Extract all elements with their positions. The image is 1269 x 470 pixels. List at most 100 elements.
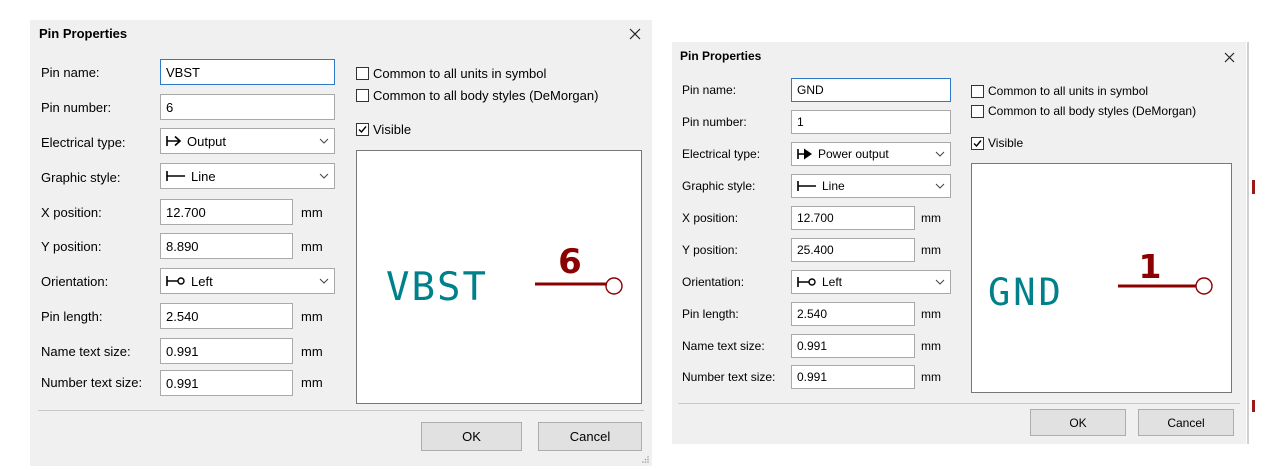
y-position-label: Y position: bbox=[682, 243, 738, 257]
preview-pin-end-icon bbox=[1195, 277, 1213, 295]
pin-preview: GND 1 bbox=[971, 163, 1232, 393]
graphic-style-select[interactable]: Line bbox=[160, 163, 335, 189]
x-position-input[interactable]: 12.700 bbox=[791, 206, 915, 230]
close-button[interactable] bbox=[1220, 48, 1238, 66]
pin-properties-dialog-1: Pin Properties Pin name: Pin number: Ele… bbox=[30, 20, 652, 466]
pin-length-value: 2.540 bbox=[166, 308, 199, 324]
pin-number-label: Pin number: bbox=[41, 100, 112, 115]
orientation-left-icon bbox=[166, 276, 185, 286]
electrical-type-label: Electrical type: bbox=[41, 135, 126, 150]
checkbox-box bbox=[971, 136, 984, 150]
number-text-size-input[interactable]: 0.991 bbox=[160, 370, 293, 396]
checkbox-box bbox=[356, 67, 369, 80]
electrical-type-value: Output bbox=[187, 133, 227, 149]
button-separator bbox=[38, 410, 644, 411]
pin-preview-canvas: GND 1 bbox=[988, 247, 1213, 314]
x-position-unit: mm bbox=[921, 211, 941, 225]
preview-pin-number: 1 bbox=[1139, 247, 1162, 286]
number-text-size-unit: mm bbox=[301, 375, 323, 390]
number-text-size-input[interactable]: 0.991 bbox=[791, 365, 915, 389]
orientation-label: Orientation: bbox=[41, 274, 109, 289]
orientation-value: Left bbox=[191, 273, 213, 289]
orientation-value: Left bbox=[822, 275, 843, 289]
pin-length-input[interactable]: 2.540 bbox=[160, 303, 293, 329]
electrical-type-select[interactable]: Output bbox=[160, 128, 335, 154]
orientation-select[interactable]: Left bbox=[791, 270, 951, 294]
close-button[interactable] bbox=[626, 25, 644, 43]
y-position-input[interactable]: 8.890 bbox=[160, 233, 293, 259]
checkbox-box bbox=[356, 89, 369, 102]
checkbox-box bbox=[971, 84, 984, 98]
pin-number-input[interactable]: 6 bbox=[160, 94, 335, 120]
background-window-mark bbox=[1252, 400, 1255, 412]
preview-pin-name: VBST bbox=[386, 265, 488, 310]
button-separator bbox=[678, 403, 1240, 404]
pin-length-label: Pin length: bbox=[682, 307, 739, 321]
x-position-label: X position: bbox=[41, 205, 102, 220]
orientation-left-icon bbox=[797, 277, 816, 287]
graphic-style-select[interactable]: Line bbox=[791, 174, 951, 198]
x-position-unit: mm bbox=[301, 205, 323, 220]
number-text-size-unit: mm bbox=[921, 370, 941, 384]
pin-length-input[interactable]: 2.540 bbox=[791, 302, 915, 326]
name-text-size-input[interactable]: 0.991 bbox=[791, 334, 915, 358]
y-position-unit: mm bbox=[921, 243, 941, 257]
visible-checkbox[interactable]: Visible bbox=[971, 136, 1023, 150]
common-body-label: Common to all body styles (DeMorgan) bbox=[373, 88, 599, 103]
output-arrow-icon bbox=[166, 135, 182, 147]
pin-length-label: Pin length: bbox=[41, 309, 103, 324]
checkbox-box bbox=[356, 123, 369, 136]
name-text-size-input[interactable]: 0.991 bbox=[160, 338, 293, 364]
resize-grip-icon[interactable] bbox=[641, 455, 650, 464]
visible-label: Visible bbox=[373, 122, 412, 137]
y-position-value: 8.890 bbox=[166, 238, 199, 254]
x-position-input[interactable]: 12.700 bbox=[160, 199, 293, 225]
y-position-label: Y position: bbox=[41, 239, 102, 254]
number-text-size-label: Number text size: bbox=[682, 370, 776, 384]
pin-number-value: 6 bbox=[166, 99, 174, 115]
y-position-value: 25.400 bbox=[797, 243, 834, 257]
pin-number-value: 1 bbox=[797, 115, 804, 129]
electrical-type-select[interactable]: Power output bbox=[791, 142, 951, 166]
cancel-button[interactable]: Cancel bbox=[1138, 409, 1234, 436]
common-body-checkbox[interactable]: Common to all body styles (DeMorgan) bbox=[356, 88, 598, 103]
pin-length-value: 2.540 bbox=[797, 307, 828, 321]
pin-name-input[interactable]: VBST bbox=[160, 59, 335, 85]
common-units-label: Common to all units in symbol bbox=[988, 84, 1149, 98]
pin-name-label: Pin name: bbox=[41, 65, 100, 80]
checkbox-box bbox=[971, 104, 984, 118]
cancel-button[interactable]: Cancel bbox=[538, 422, 642, 451]
ok-button[interactable]: OK bbox=[421, 422, 522, 451]
background-window-edge bbox=[1247, 42, 1249, 444]
chevron-down-icon bbox=[319, 278, 329, 284]
common-body-checkbox[interactable]: Common to all body styles (DeMorgan) bbox=[971, 104, 1196, 118]
ok-button[interactable]: OK bbox=[1030, 409, 1126, 436]
visible-checkbox[interactable]: Visible bbox=[356, 122, 411, 137]
pin-properties-dialog-2: Pin Properties Pin name: Pin number: Ele… bbox=[672, 42, 1246, 444]
x-position-label: X position: bbox=[682, 211, 739, 225]
power-output-arrow-icon bbox=[797, 148, 812, 160]
chevron-down-icon bbox=[935, 279, 945, 285]
x-position-value: 12.700 bbox=[166, 204, 206, 220]
name-text-size-label: Name text size: bbox=[682, 339, 765, 353]
graphic-style-value: Line bbox=[191, 168, 216, 184]
line-style-icon bbox=[166, 171, 185, 181]
y-position-input[interactable]: 25.400 bbox=[791, 238, 915, 262]
pin-preview-canvas: VBST 6 bbox=[386, 242, 623, 310]
common-units-checkbox[interactable]: Common to all units in symbol bbox=[356, 66, 546, 81]
pin-number-input[interactable]: 1 bbox=[791, 110, 951, 134]
chevron-down-icon bbox=[935, 183, 945, 189]
pin-length-unit: mm bbox=[921, 307, 941, 321]
pin-name-input[interactable]: GND bbox=[791, 78, 951, 102]
x-position-value: 12.700 bbox=[797, 211, 834, 225]
name-text-size-unit: mm bbox=[921, 339, 941, 353]
common-units-checkbox[interactable]: Common to all units in symbol bbox=[971, 84, 1148, 98]
chevron-down-icon bbox=[935, 151, 945, 157]
pin-name-value: GND bbox=[797, 83, 824, 97]
orientation-select[interactable]: Left bbox=[160, 268, 335, 294]
pin-number-label: Pin number: bbox=[682, 115, 747, 129]
graphic-style-value: Line bbox=[822, 179, 845, 193]
graphic-style-label: Graphic style: bbox=[682, 179, 756, 193]
graphic-style-label: Graphic style: bbox=[41, 170, 121, 185]
common-units-label: Common to all units in symbol bbox=[373, 66, 547, 81]
